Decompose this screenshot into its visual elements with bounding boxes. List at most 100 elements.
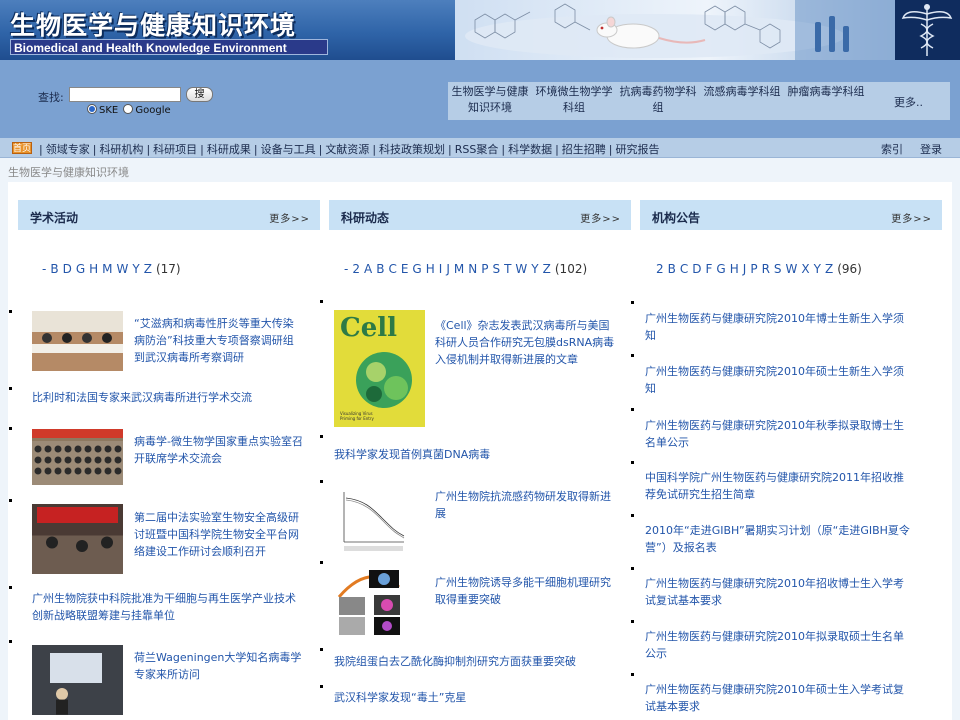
news-link[interactable]: 中国科学院广州生物医药与健康研究院2011年招收推荐免试研究生招生简章 [645, 469, 910, 503]
nav-item[interactable]: 科研机构 [99, 143, 143, 156]
panel-more-link[interactable]: 更多>> [269, 210, 310, 225]
panel-more-link[interactable]: 更多>> [580, 210, 621, 225]
nav-item[interactable]: RSS聚合 [455, 143, 499, 156]
news-thumbnail[interactable] [32, 645, 123, 715]
news-link[interactable]: “艾滋病和病毒性肝炎等重大传染病防治”科技重大专项督察调研组到武汉病毒所考察调研 [134, 315, 304, 366]
news-thumbnail[interactable] [334, 567, 407, 637]
alpha-letter[interactable]: M [102, 262, 112, 276]
news-link[interactable]: 广州生物院诱导多能干细胞机理研究取得重要突破 [435, 574, 615, 608]
alpha-letter[interactable]: Z [543, 262, 551, 276]
alpha-letter[interactable]: H [730, 262, 739, 276]
alpha-letter[interactable]: M [454, 262, 464, 276]
alpha-letter[interactable]: W [117, 262, 129, 276]
nav-item[interactable]: 科研项目 [153, 143, 197, 156]
alpha-letter[interactable]: B [668, 262, 676, 276]
news-link[interactable]: 《Cell》杂志发表武汉病毒所与美国科研人员合作研究无包膜dsRNA病毒入侵机制… [435, 317, 615, 368]
news-link[interactable]: 广州生物医药与健康研究院2010年硕士生入学考试复试基本要求 [645, 681, 910, 715]
nav-item[interactable]: 招生招聘 [562, 143, 606, 156]
alpha-letter[interactable]: Z [144, 262, 152, 276]
news-link[interactable]: 我科学家发现首例真菌DNA病毒 [334, 446, 614, 463]
news-thumbnail[interactable]: Cell Visualizing Virus Priming for Entry [334, 310, 425, 427]
news-link[interactable]: 我院组蛋白去乙酰化酶抑制剂研究方面获重要突破 [334, 653, 614, 670]
alpha-letter[interactable]: 2 [352, 262, 360, 276]
alpha-letter[interactable]: J [743, 262, 747, 276]
alpha-letter[interactable]: B [376, 262, 384, 276]
news-link[interactable]: 广州生物医药与健康研究院2010年博士生新生入学须知 [645, 310, 910, 344]
nav-item[interactable]: 科技政策规划 [379, 143, 445, 156]
news-link[interactable]: 武汉科学家发现“毒土”克星 [334, 689, 614, 706]
nav-item[interactable]: 文献资源 [325, 143, 369, 156]
alpha-letter[interactable]: F [706, 262, 713, 276]
alpha-letter[interactable]: T [504, 262, 511, 276]
site-link-bhke[interactable]: 生物医学与健康知识环境 [450, 84, 530, 116]
alpha-letter[interactable]: W [786, 262, 798, 276]
search-button[interactable]: 搜 [186, 87, 213, 102]
news-link[interactable]: 病毒学-微生物学国家重点实验室召开联席学术交流会 [134, 433, 304, 467]
alpha-letter[interactable]: S [492, 262, 500, 276]
alpha-letter[interactable]: G [716, 262, 725, 276]
nav-item[interactable]: 设备与工具 [261, 143, 316, 156]
alpha-letter[interactable]: Y [132, 262, 139, 276]
site-links-more[interactable]: 更多.. [894, 94, 923, 110]
search-input[interactable] [69, 87, 181, 102]
news-link[interactable]: 第二届中法实验室生物安全高级研讨班暨中国科学院生物安全平台网络建设工作研讨会顺利… [134, 509, 304, 560]
news-link[interactable]: 广州生物医药与健康研究院2010年硕士生新生入学须知 [645, 363, 910, 397]
alpha-letter[interactable]: W [515, 262, 527, 276]
site-link-tumor-virus[interactable]: 肿瘤病毒学科组 [786, 84, 866, 100]
news-link[interactable]: 比利时和法国专家来武汉病毒所进行学术交流 [32, 389, 302, 406]
site-logo[interactable]: 生物医学与健康知识环境 Biomedical and Health Knowle… [8, 4, 328, 56]
panel-header: 学术活动 更多>> [18, 200, 320, 230]
news-link[interactable]: 2010年“走进GIBH”暑期实习计划（原“走进GIBH夏令营”）及报名表 [645, 522, 910, 556]
site-link-env-microbiology[interactable]: 环境微生物学学科组 [534, 84, 614, 116]
alpha-letter[interactable]: Y [814, 262, 821, 276]
news-link[interactable]: 荷兰Wageningen大学知名病毒学专家来所访问 [134, 649, 304, 683]
alpha-letter[interactable]: P [481, 262, 488, 276]
nav-item[interactable]: 研究报告 [616, 143, 660, 156]
alpha-letter[interactable]: G [76, 262, 85, 276]
nav-item[interactable]: 科学数据 [508, 143, 552, 156]
nav-item[interactable]: 科研成果 [207, 143, 251, 156]
news-thumbnail[interactable] [32, 311, 123, 371]
alpha-letter[interactable]: R [762, 262, 770, 276]
alpha-letter[interactable]: J [446, 262, 450, 276]
alpha-letter[interactable]: Y [531, 262, 538, 276]
news-link[interactable]: 广州生物院获中科院批准为干细胞与再生医学产业技术创新战略联盟筹建与挂靠单位 [32, 590, 302, 624]
nav-index[interactable]: 索引 [881, 141, 903, 157]
news-link[interactable]: 广州生物院抗流感药物研发取得新进展 [435, 488, 615, 522]
alpha-letter[interactable]: - [42, 262, 46, 276]
alpha-letter[interactable]: A [364, 262, 372, 276]
alpha-letter[interactable]: Z [825, 262, 833, 276]
nav-home[interactable]: 首页 [12, 142, 32, 154]
alpha-letter[interactable]: P [750, 262, 757, 276]
alpha-letter[interactable]: G [412, 262, 421, 276]
site-link-influenza[interactable]: 流感病毒学科组 [702, 84, 782, 100]
news-link[interactable]: 广州生物医药与健康研究院2010年秋季拟录取博士生名单公示 [645, 417, 910, 451]
nav-login[interactable]: 登录 [920, 141, 942, 157]
alpha-letter[interactable]: D [63, 262, 72, 276]
alpha-letter[interactable]: - [344, 262, 348, 276]
alpha-letter[interactable]: S [774, 262, 782, 276]
radio-ske[interactable] [87, 104, 97, 114]
alpha-letter[interactable]: X [801, 262, 809, 276]
panel-more-link[interactable]: 更多>> [891, 210, 932, 225]
alpha-letter[interactable]: C [388, 262, 396, 276]
radio-google[interactable] [123, 104, 134, 114]
radio-google-label: Google [135, 105, 171, 116]
site-link-antiviral[interactable]: 抗病毒药物学科组 [618, 84, 698, 116]
alpha-letter[interactable]: H [89, 262, 98, 276]
news-link[interactable]: 广州生物医药与健康研究院2010年拟录取硕士生名单公示 [645, 628, 910, 662]
alpha-letter[interactable]: H [426, 262, 435, 276]
nav-item[interactable]: 领域专家 [46, 143, 90, 156]
alpha-letter[interactable]: N [468, 262, 477, 276]
news-thumbnail[interactable] [32, 504, 123, 574]
alpha-letter[interactable]: B [50, 262, 58, 276]
alpha-letter[interactable]: 2 [656, 262, 664, 276]
alpha-letter[interactable]: I [439, 262, 443, 276]
alpha-letter[interactable]: D [692, 262, 701, 276]
alpha-letter[interactable]: E [401, 262, 409, 276]
news-thumbnail[interactable] [334, 488, 407, 554]
alpha-letter[interactable]: C [680, 262, 688, 276]
news-link[interactable]: 广州生物医药与健康研究院2010年招收博士生入学考试复试基本要求 [645, 575, 910, 609]
news-thumbnail[interactable] [32, 429, 123, 485]
main-content: 学术活动 更多>> - B D G H M W Y Z (17) “艾滋病和病毒性肝炎等重大传染病防治”… [8, 182, 952, 720]
